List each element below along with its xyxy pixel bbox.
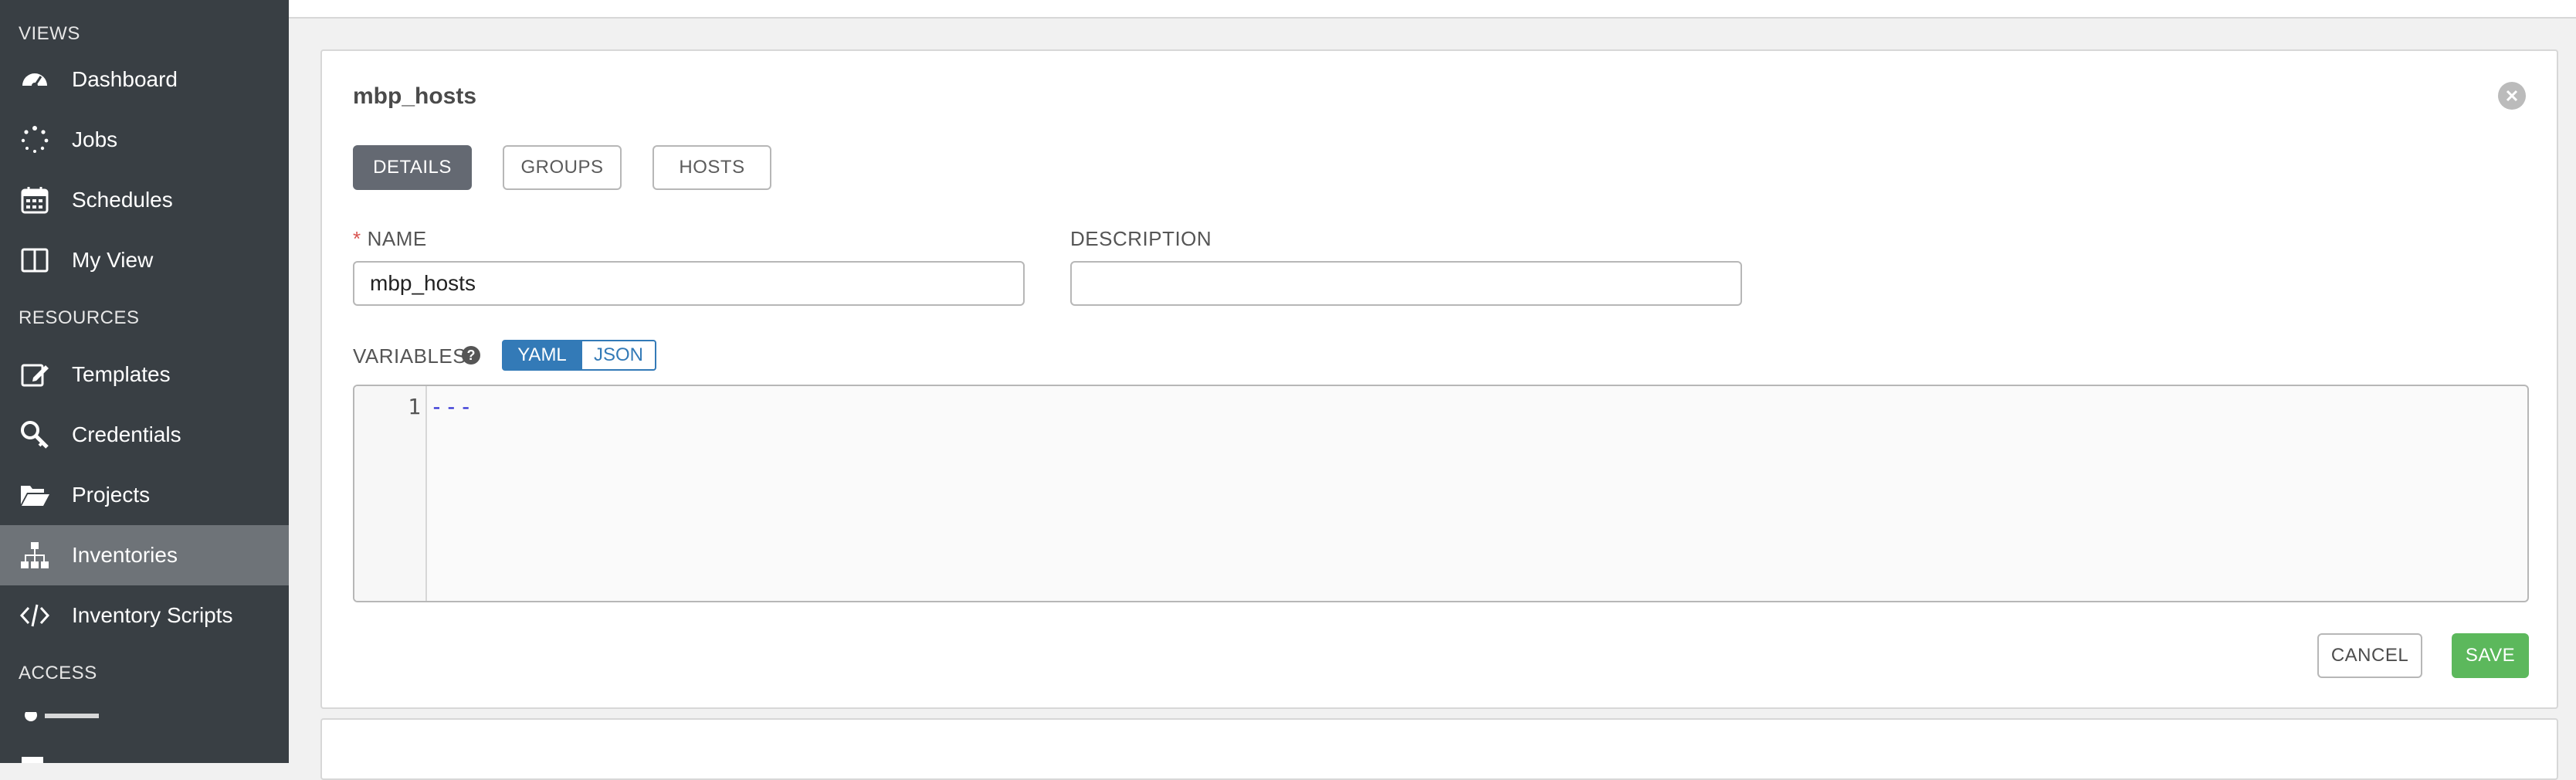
sidebar: VIEWS Dashboard Jobs Schedules My View R… [0, 0, 289, 763]
line-number: 1 [408, 394, 421, 419]
sidebar-item-label: Schedules [72, 188, 173, 212]
sidebar-item-label: Dashboard [72, 67, 178, 91]
users-icon [25, 712, 99, 721]
sidebar-item-clipped[interactable] [0, 712, 289, 724]
name-label: * NAME [353, 227, 427, 251]
description-label: DESCRIPTION [1070, 227, 1212, 250]
sidebar-item-label: My View [72, 248, 154, 272]
editor-content: --- [430, 394, 474, 419]
next-card [320, 718, 2558, 780]
help-icon[interactable]: ? [462, 346, 480, 365]
section-label-views: VIEWS [19, 23, 80, 44]
sidebar-item-label: Inventory Scripts [72, 603, 233, 627]
required-marker: * [353, 227, 361, 250]
save-button[interactable]: SAVE [2452, 633, 2529, 678]
code-icon [19, 599, 51, 632]
inventory-form-card: mbp_hosts DETAILS GROUPS HOSTS * NAME DES… [320, 49, 2558, 709]
folder-open-icon [19, 479, 51, 511]
sidebar-item-label: Inventories [72, 543, 178, 567]
name-label-text: NAME [367, 227, 427, 250]
editor-gutter: 1 [354, 386, 427, 601]
key-icon [19, 419, 51, 451]
name-input[interactable] [353, 261, 1025, 306]
sidebar-item-label: Templates [72, 362, 171, 386]
close-icon [2506, 90, 2518, 102]
cancel-button[interactable]: CANCEL [2317, 633, 2422, 678]
json-toggle[interactable]: JSON [581, 340, 656, 371]
calendar-icon [19, 184, 51, 216]
sidebar-item-templates[interactable]: Templates [0, 344, 289, 405]
dashboard-icon [19, 63, 51, 96]
sitemap-icon [19, 539, 51, 571]
sidebar-item-label: Credentials [72, 422, 181, 446]
tab-details[interactable]: DETAILS [353, 145, 472, 190]
sidebar-item-jobs[interactable]: Jobs [0, 110, 289, 170]
building-icon [22, 757, 43, 763]
variables-editor[interactable]: 1 --- [353, 385, 2529, 602]
sidebar-item-label: Projects [72, 483, 151, 507]
description-input[interactable] [1070, 261, 1742, 306]
yaml-toggle[interactable]: YAML [502, 340, 582, 371]
sidebar-item-credentials[interactable]: Credentials [0, 405, 289, 465]
sidebar-item-projects[interactable]: Projects [0, 465, 289, 525]
sidebar-item-inventory-scripts[interactable]: Inventory Scripts [0, 585, 289, 646]
sidebar-item-dashboard[interactable]: Dashboard [0, 49, 289, 110]
columns-icon [19, 244, 51, 276]
sidebar-item-my-view[interactable]: My View [0, 230, 289, 290]
edit-icon [19, 358, 51, 391]
section-label-access: ACCESS [19, 663, 97, 683]
sidebar-item-label: Jobs [72, 127, 118, 151]
variables-label: VARIABLES [353, 344, 467, 368]
sidebar-item-inventories[interactable]: Inventories [0, 525, 289, 585]
section-label-resources: RESOURCES [19, 307, 140, 328]
close-button[interactable] [2498, 82, 2526, 110]
jobs-spinner-icon [19, 124, 51, 156]
form-title: mbp_hosts [353, 83, 477, 109]
top-card [289, 0, 2576, 19]
sidebar-item-clipped-2[interactable] [0, 752, 289, 763]
tab-groups[interactable]: GROUPS [503, 145, 622, 190]
sidebar-item-schedules[interactable]: Schedules [0, 170, 289, 230]
tab-hosts[interactable]: HOSTS [652, 145, 771, 190]
